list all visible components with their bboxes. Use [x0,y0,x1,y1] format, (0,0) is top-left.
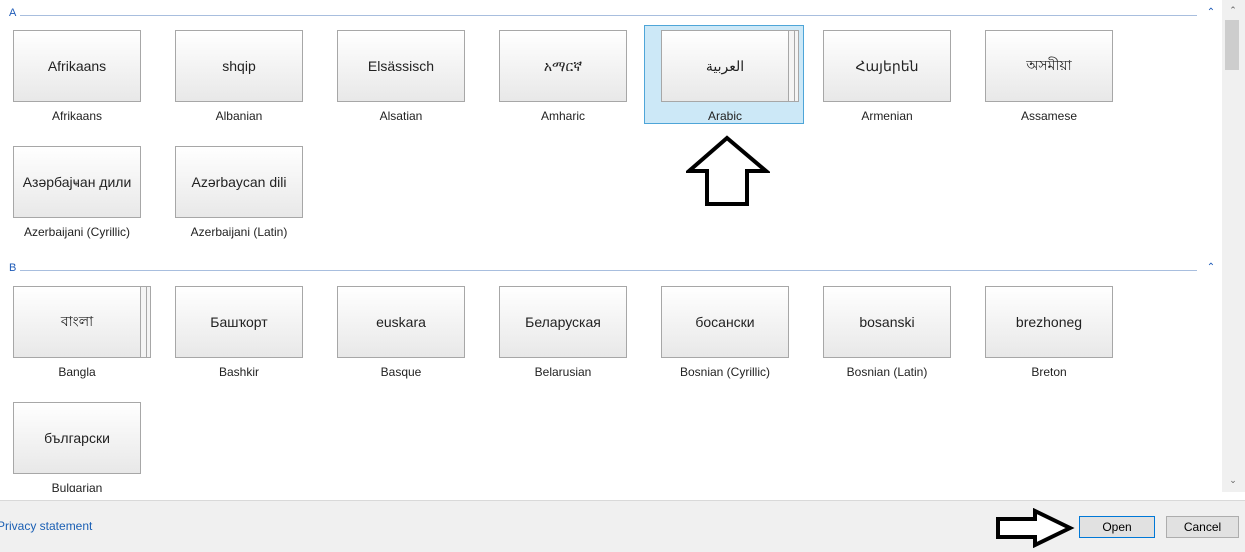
language-tile-basque[interactable]: euskara Basque [324,281,486,381]
language-tile-azerbaijani-latin[interactable]: Azərbaycan dili Azerbaijani (Latin) [162,141,324,241]
native-label: অসমীয়া [985,30,1113,102]
scroll-up-icon[interactable]: ⌃ [1226,4,1240,16]
native-label: አማርኛ [499,30,627,102]
group-letter: B [9,262,17,274]
native-label: euskara [337,286,465,358]
language-tile-belarusian[interactable]: Беларуская Belarusian [486,281,648,381]
language-tile-bosnian-cyrillic[interactable]: босански Bosnian (Cyrillic) [648,281,810,381]
cancel-button[interactable]: Cancel [1166,516,1239,538]
language-name: Bosnian (Cyrillic) [679,365,771,379]
language-name: Azerbaijani (Latin) [190,225,288,239]
language-name: Basque [380,365,422,379]
native-label: Азәрбајҹан дили [13,146,141,218]
native-label: Беларуская [499,286,627,358]
language-name: Breton [1031,365,1067,379]
native-label: български [13,402,141,474]
language-name: Bashkir [218,365,259,379]
language-name: Albanian [215,109,263,123]
vertical-scrollbar[interactable]: ⌃ ⌄ [1222,0,1245,492]
divider [20,270,1197,271]
language-tile-armenian[interactable]: Հայերեն Armenian [810,25,972,125]
open-button[interactable]: Open [1079,516,1155,538]
language-tile-breton[interactable]: brezhoneg Breton [972,281,1134,381]
language-tile-assamese[interactable]: অসমীয়া Assamese [972,25,1134,125]
native-label: bosanski [823,286,951,358]
language-tile-bosnian-latin[interactable]: bosanski Bosnian (Latin) [810,281,972,381]
language-tile-albanian[interactable]: shqip Albanian [162,25,324,125]
language-name: Bulgarian [51,481,103,492]
native-label: shqip [175,30,303,102]
language-tile-bangla[interactable]: বাংলা Bangla [0,281,162,381]
language-tile-azerbaijani-cyrillic[interactable]: Азәрбајҹан дили Azerbaijani (Cyrillic) [0,141,162,241]
dialog-footer: Privacy statement Open Cancel [0,500,1245,552]
native-label: Afrikaans [13,30,141,102]
chevron-up-icon[interactable]: ⌃ [1205,262,1217,274]
language-list: A ⌃ Afrikaans Afrikaans shqip Albanian E… [0,0,1222,492]
native-label: brezhoneg [985,286,1113,358]
native-label: Башҡорт [175,286,303,358]
language-name: Armenian [861,109,913,123]
language-name: Afrikaans [51,109,103,123]
native-label: العربية [661,30,789,102]
language-tile-bulgarian[interactable]: български Bulgarian [0,397,162,492]
language-name: Bangla [58,365,96,379]
scroll-down-icon[interactable]: ⌄ [1226,474,1240,486]
language-name: Belarusian [534,365,592,379]
language-name: Azerbaijani (Cyrillic) [23,225,131,239]
language-name: Alsatian [379,109,423,123]
language-name: Assamese [1020,109,1078,123]
divider [20,15,1197,16]
native-label: Հայերեն [823,30,951,102]
language-name: Arabic [707,109,742,123]
native-label: босански [661,286,789,358]
right-arrow-icon [996,508,1075,548]
language-name: Amharic [540,109,585,123]
native-label: Elsässisch [337,30,465,102]
language-tile-arabic[interactable]: العربية Arabic [648,25,810,125]
up-arrow-icon [686,135,770,206]
language-name: Bosnian (Latin) [846,365,928,379]
scroll-thumb[interactable] [1225,20,1239,70]
chevron-up-icon[interactable]: ⌃ [1205,7,1217,19]
language-tile-afrikaans[interactable]: Afrikaans Afrikaans [0,25,162,125]
group-header-a: A ⌃ [0,7,1222,23]
privacy-statement-link[interactable]: Privacy statement [0,519,92,533]
language-tile-amharic[interactable]: አማርኛ Amharic [486,25,648,125]
language-tile-alsatian[interactable]: Elsässisch Alsatian [324,25,486,125]
group-header-b: B ⌃ [0,262,1222,278]
native-label: Azərbaycan dili [175,146,303,218]
language-tile-bashkir[interactable]: Башҡорт Bashkir [162,281,324,381]
native-label: বাংলা [13,286,141,358]
group-letter: A [9,7,17,19]
